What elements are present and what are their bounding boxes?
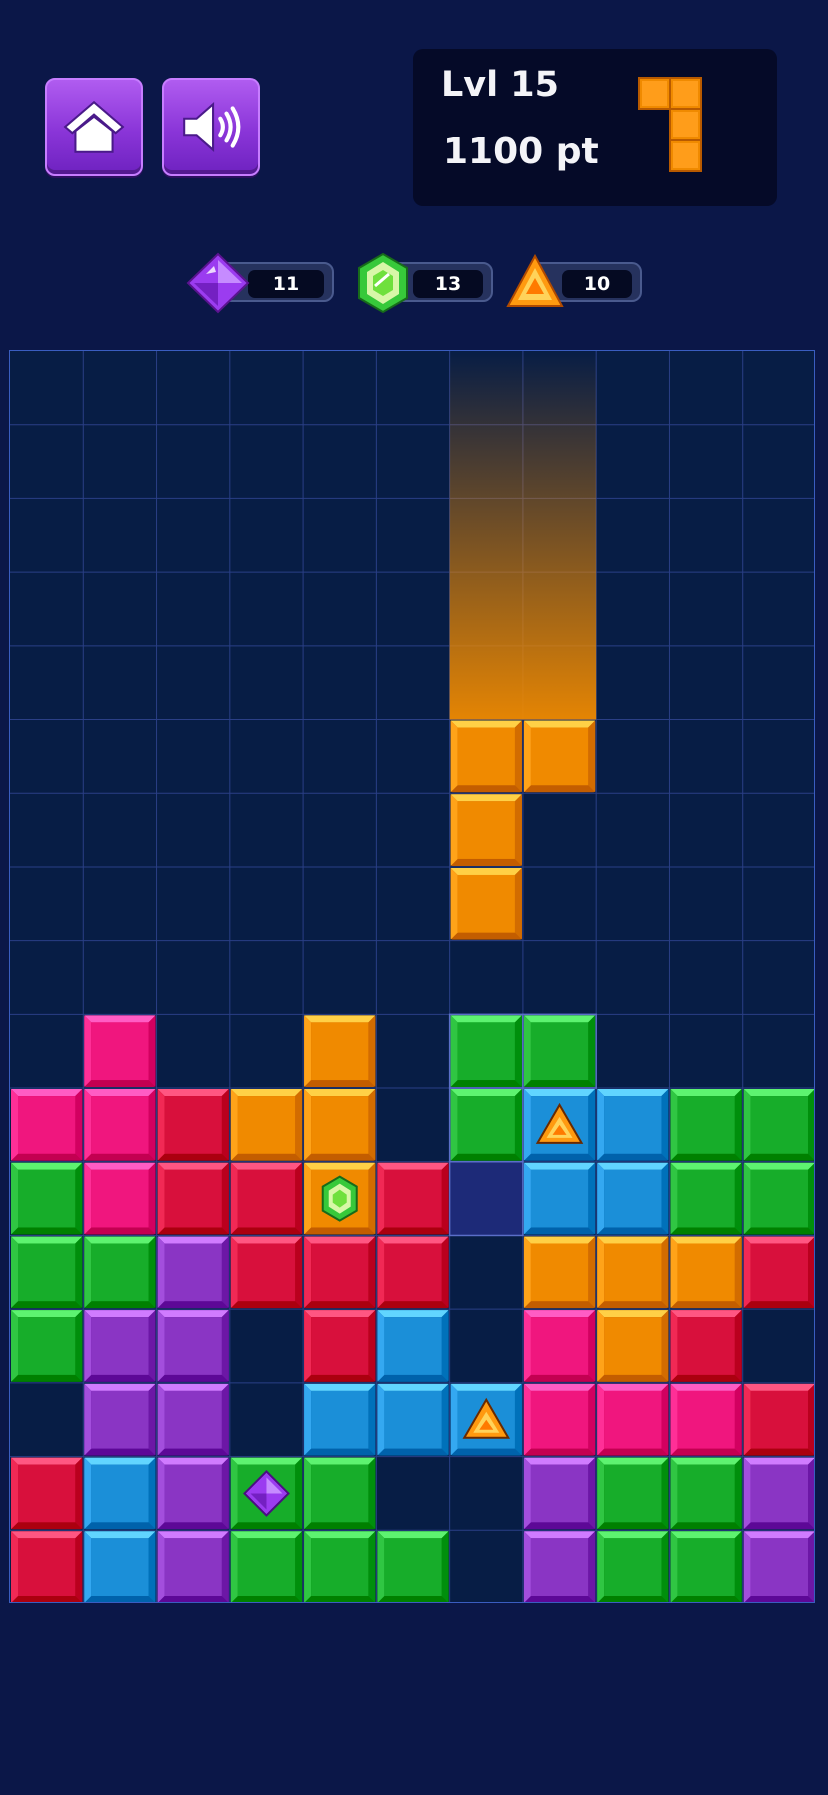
purple-gem-count: 11 <box>248 270 324 298</box>
orange-block <box>523 720 596 793</box>
speaker-sound-icon <box>183 102 241 152</box>
purple-block <box>523 1531 596 1602</box>
pink-block <box>523 1383 596 1456</box>
green-block <box>670 1457 742 1530</box>
green-gem-count: 13 <box>413 270 483 298</box>
red-block <box>377 1162 449 1235</box>
orange-block <box>523 1236 596 1309</box>
next-piece-preview <box>638 77 702 172</box>
red-block <box>11 1531 83 1602</box>
pink-block <box>84 1162 156 1235</box>
purple-block <box>743 1457 814 1530</box>
green-block <box>11 1310 83 1382</box>
green-block <box>450 1015 522 1088</box>
orange-block <box>450 794 522 866</box>
falling-piece-trail <box>449 351 597 720</box>
blue-block <box>523 1162 596 1235</box>
green-block <box>670 1531 742 1602</box>
purple-diamond-gem-icon <box>186 252 250 314</box>
green-hexagon-gem-icon <box>321 1175 358 1222</box>
orange-block <box>304 1015 376 1088</box>
orange-block <box>450 720 522 793</box>
ghost-landing-cell <box>448 1161 524 1237</box>
game-board[interactable] <box>9 350 815 1603</box>
green-block <box>377 1531 449 1602</box>
purple-block <box>157 1310 229 1382</box>
red-block <box>377 1236 449 1309</box>
orange-triangle-gem-icon <box>506 254 564 307</box>
green-block <box>11 1236 83 1309</box>
red-block <box>670 1310 742 1382</box>
level-label: Lvl 15 <box>441 65 560 105</box>
home-icon <box>63 100 125 153</box>
green-block <box>670 1162 742 1235</box>
orange-gem-counter: 10 <box>506 254 642 307</box>
blue-block <box>377 1383 449 1456</box>
green-gem-counter: 13 <box>357 252 493 314</box>
pink-block <box>670 1383 742 1456</box>
red-block <box>743 1383 814 1456</box>
blue-block <box>377 1310 449 1382</box>
purple-block <box>84 1310 156 1382</box>
orange-block <box>597 1310 669 1382</box>
green-block <box>450 1089 522 1161</box>
green-block <box>11 1162 83 1235</box>
next-piece-block <box>669 139 702 172</box>
purple-gem-counter: 11 <box>186 252 334 314</box>
board-canvas[interactable] <box>10 351 815 1603</box>
red-block <box>157 1089 229 1161</box>
red-block <box>11 1457 83 1530</box>
purple-block <box>157 1236 229 1309</box>
red-block <box>230 1236 303 1309</box>
blue-block <box>304 1383 376 1456</box>
orange-gem-count: 10 <box>562 270 632 298</box>
red-block <box>304 1236 376 1309</box>
next-piece-block <box>669 77 702 110</box>
purple-block <box>157 1383 229 1456</box>
blue-block <box>597 1089 669 1161</box>
purple-block <box>743 1531 814 1602</box>
orange-block <box>450 867 522 940</box>
green-block <box>304 1531 376 1602</box>
green-block <box>597 1531 669 1602</box>
pink-block <box>597 1383 669 1456</box>
red-block <box>304 1310 376 1382</box>
orange-block <box>670 1236 742 1309</box>
purple-block <box>157 1531 229 1602</box>
blue-block <box>84 1531 156 1602</box>
level-score-panel: Lvl 15 1100 pt <box>413 49 777 206</box>
red-block <box>157 1162 229 1235</box>
next-piece-block <box>638 77 671 110</box>
home-button[interactable] <box>45 78 143 176</box>
pink-block <box>84 1089 156 1161</box>
orange-block <box>597 1236 669 1309</box>
purple-block <box>84 1383 156 1456</box>
next-piece-block <box>669 108 702 141</box>
blue-block <box>84 1457 156 1530</box>
pink-block <box>84 1015 156 1088</box>
green-block <box>84 1236 156 1309</box>
red-block <box>230 1162 303 1235</box>
green-block <box>523 1015 596 1088</box>
green-block <box>597 1457 669 1530</box>
green-hexagon-gem-icon <box>358 252 408 314</box>
orange-block <box>230 1089 303 1161</box>
blue-block <box>597 1162 669 1235</box>
purple-block <box>157 1457 229 1530</box>
green-block <box>304 1457 376 1530</box>
pink-block <box>523 1310 596 1382</box>
green-block <box>670 1089 742 1161</box>
red-block <box>743 1236 814 1309</box>
purple-block <box>523 1457 596 1530</box>
green-block <box>743 1162 814 1235</box>
sound-button[interactable] <box>162 78 260 176</box>
pink-block <box>11 1089 83 1161</box>
score-label: 1100 pt <box>443 131 599 172</box>
orange-block <box>304 1089 376 1161</box>
green-block <box>743 1089 814 1161</box>
green-block <box>230 1531 303 1602</box>
